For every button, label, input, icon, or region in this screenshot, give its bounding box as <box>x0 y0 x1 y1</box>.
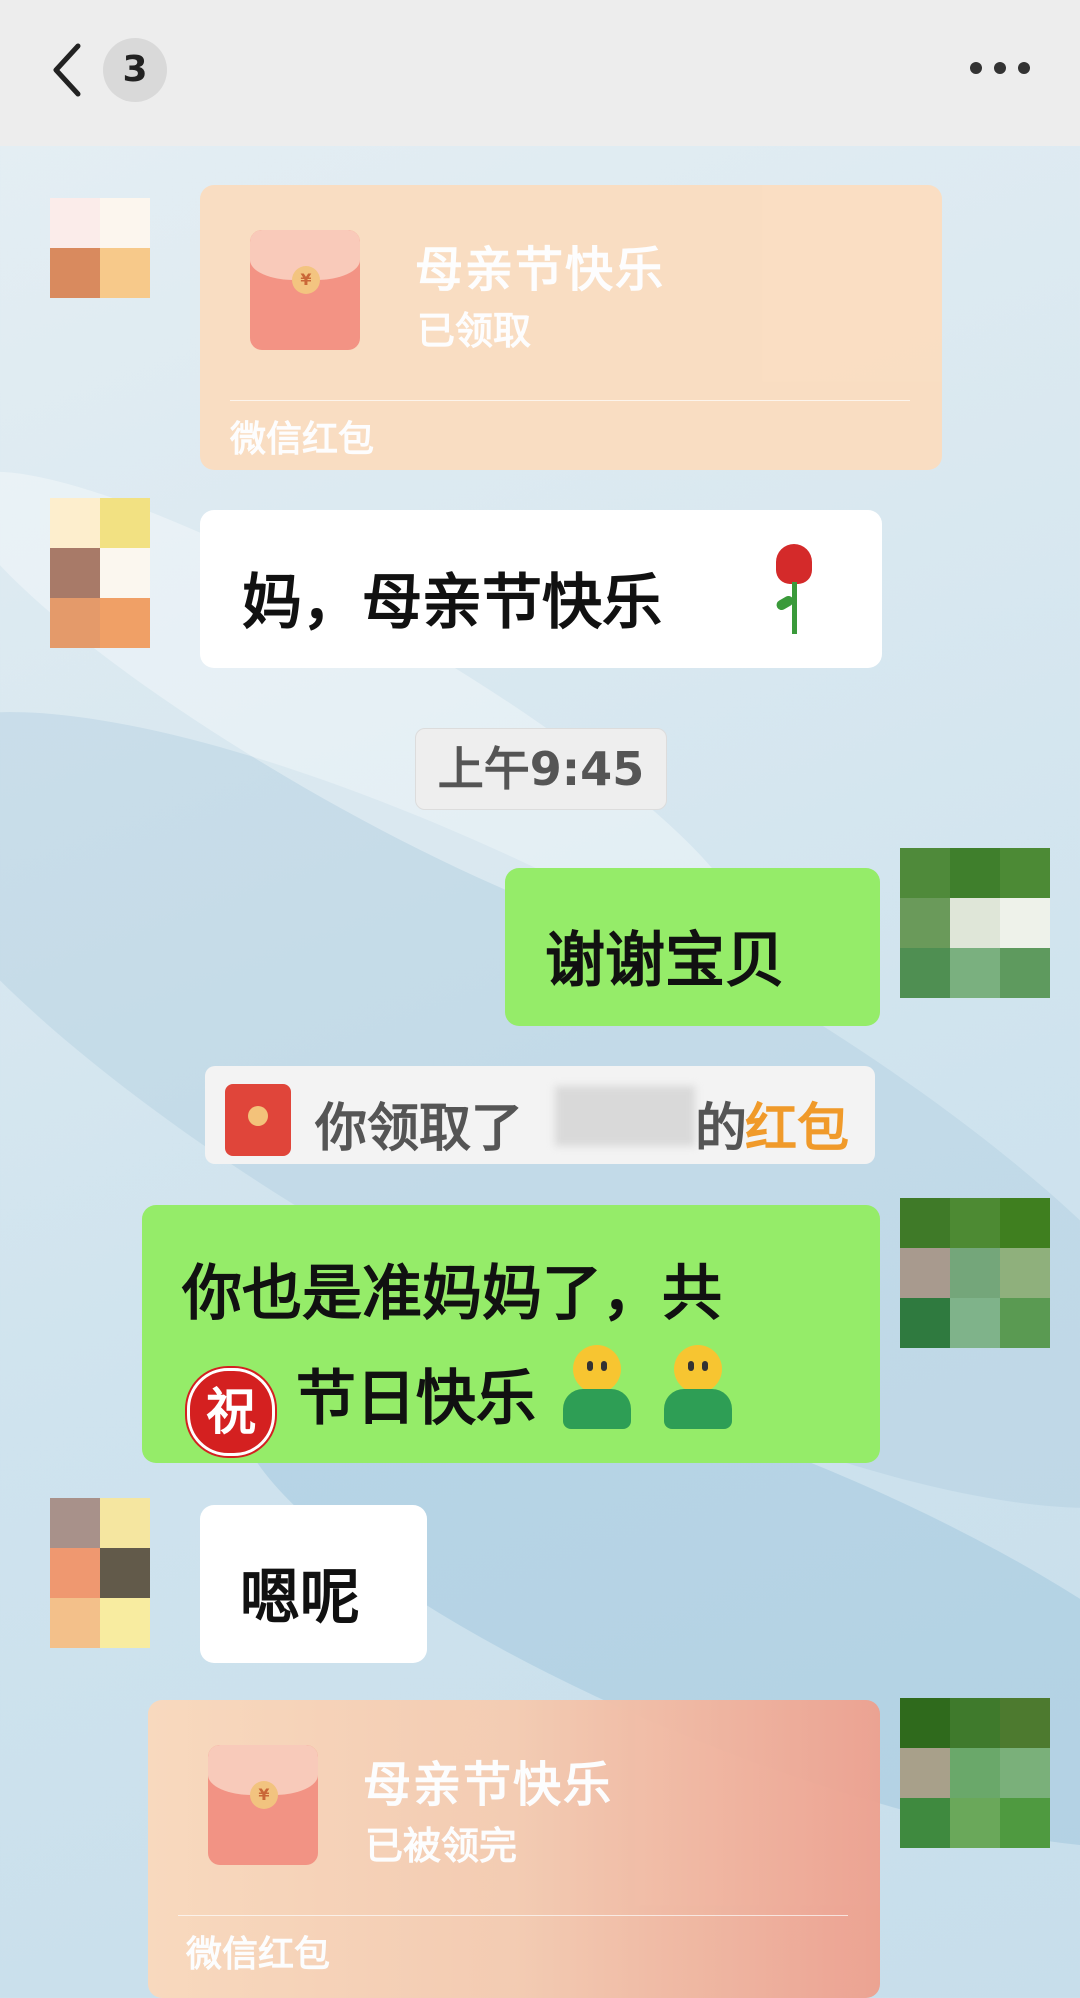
avatar[interactable] <box>50 1498 150 1648</box>
chevron-left-icon[interactable] <box>48 40 88 100</box>
avatar[interactable] <box>50 198 150 298</box>
person-smiley-icon <box>658 1345 738 1431</box>
avatar[interactable] <box>50 498 150 648</box>
unread-count-badge[interactable]: 3 <box>103 38 167 102</box>
red-packet-title: 母亲节快乐 <box>363 1757 614 1813</box>
red-packet-title: 母亲节快乐 <box>415 242 666 298</box>
system-message-text: 你领取了 <box>315 1099 524 1159</box>
red-packet-card[interactable]: ¥ 母亲节快乐 已被领完 微信红包 <box>148 1700 880 1998</box>
red-packet-icon: ¥ <box>250 230 360 350</box>
message-text: 嗯呢 <box>240 1563 360 1633</box>
red-packet-icon: ¥ <box>208 1745 318 1865</box>
message-bubble[interactable]: 妈，母亲节快乐 <box>200 510 882 668</box>
person-smiley-icon <box>557 1345 637 1431</box>
message-bubble[interactable]: 嗯呢 <box>200 1505 427 1663</box>
system-message: 你领取了 的 红包 <box>205 1066 875 1164</box>
avatar[interactable] <box>900 1698 1050 1848</box>
avatar[interactable] <box>900 1198 1050 1348</box>
message-text: 妈，母亲节快乐 <box>242 568 662 638</box>
red-packet-icon <box>225 1084 291 1156</box>
more-horizontal-icon[interactable] <box>970 56 1030 80</box>
red-packet-footer: 微信红包 <box>186 1934 331 1975</box>
rose-icon <box>768 544 818 636</box>
message-bubble[interactable]: 你也是准妈妈了，共 祝 节日快乐 <box>142 1205 880 1463</box>
system-message-text: 的 <box>695 1099 748 1159</box>
chat-header: 3 <box>0 0 1080 146</box>
redacted-name <box>555 1086 695 1146</box>
red-packet-link[interactable]: 红包 <box>745 1086 849 1161</box>
red-packet-card[interactable]: ¥ 母亲节快乐 已领取 微信红包 <box>200 185 942 470</box>
message-text: 谢谢宝贝 <box>545 926 785 996</box>
message-text: 你也是准妈妈了，共 <box>182 1259 722 1329</box>
message-bubble[interactable]: 谢谢宝贝 <box>505 868 880 1026</box>
red-packet-status: 已被领完 <box>365 1824 518 1868</box>
avatar[interactable] <box>900 848 1050 998</box>
message-text: 节日快乐 <box>295 1364 536 1434</box>
timestamp: 上午9:45 <box>415 728 667 810</box>
blessing-icon: 祝 <box>187 1368 275 1456</box>
red-packet-footer: 微信红包 <box>230 419 375 460</box>
red-packet-status: 已领取 <box>417 309 532 353</box>
